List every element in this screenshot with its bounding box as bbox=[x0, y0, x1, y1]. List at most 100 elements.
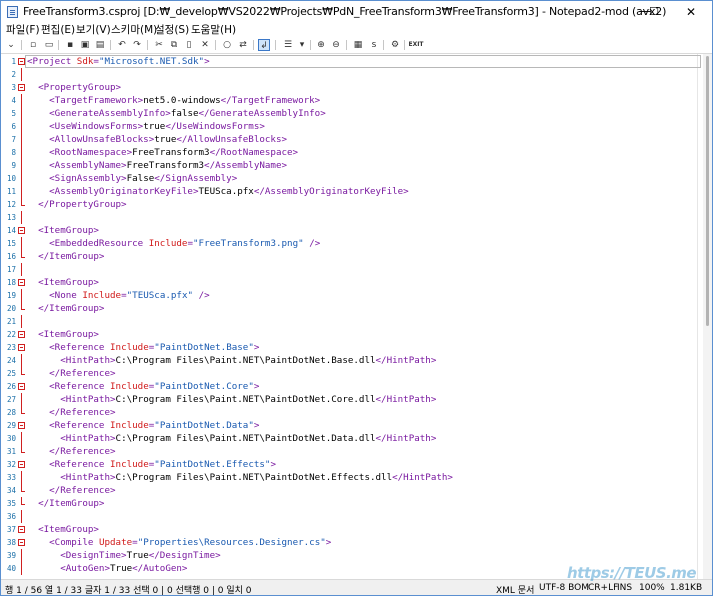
code-line[interactable]: 16 </ItemGroup> bbox=[1, 250, 701, 263]
code-line[interactable]: 38 <Compile Update="Properties\Resources… bbox=[1, 536, 701, 549]
code-line[interactable]: 17 bbox=[1, 263, 701, 276]
code-line[interactable]: 25 </Reference> bbox=[1, 367, 701, 380]
code-line[interactable]: 34 </Reference> bbox=[1, 484, 701, 497]
code-line[interactable]: 14 <ItemGroup> bbox=[1, 224, 701, 237]
delete-icon[interactable]: ✕ bbox=[199, 39, 211, 51]
replace-icon[interactable]: ⇄ bbox=[237, 39, 249, 51]
code-line[interactable]: 32 <Reference Include="PaintDotNet.Effec… bbox=[1, 458, 701, 471]
dropdown-arrow-icon[interactable]: ▾ bbox=[296, 39, 308, 51]
xml-text bbox=[27, 433, 60, 444]
code-line[interactable]: 24 <HintPath>C:\Program Files\Paint.NET\… bbox=[1, 354, 701, 367]
cut-icon[interactable]: ✂ bbox=[153, 39, 165, 51]
scrollbar-thumb[interactable] bbox=[706, 56, 709, 326]
code-line[interactable]: 2 bbox=[1, 68, 701, 81]
code-line[interactable]: 31 </Reference> bbox=[1, 445, 701, 458]
title-bar[interactable]: FreeTransform3.csproj [D:₩_develop₩VS202… bbox=[1, 1, 712, 23]
schema-icon[interactable]: ▦ bbox=[352, 39, 364, 51]
code-line[interactable]: 26 <Reference Include="PaintDotNet.Core"… bbox=[1, 380, 701, 393]
code-line[interactable]: 13 bbox=[1, 211, 701, 224]
xml-string: "FreeTransform3.png" bbox=[193, 238, 304, 249]
code-line[interactable]: 3 <PropertyGroup> bbox=[1, 81, 701, 94]
chevron-down-icon[interactable]: ⌄ bbox=[5, 39, 17, 51]
code-line[interactable]: 30 <HintPath>C:\Program Files\Paint.NET\… bbox=[1, 432, 701, 445]
close-button[interactable]: ✕ bbox=[676, 1, 706, 23]
open-folder-icon[interactable]: ▭ bbox=[43, 39, 55, 51]
fold-toggle-icon[interactable] bbox=[18, 344, 25, 351]
code-line[interactable]: 11 <AssemblyOriginatorKeyFile>TEUSca.pfx… bbox=[1, 185, 701, 198]
code-line[interactable]: 28 </Reference> bbox=[1, 406, 701, 419]
code-line[interactable]: 37 <ItemGroup> bbox=[1, 523, 701, 536]
scheme-config-icon[interactable]: s bbox=[368, 39, 380, 51]
indent-guides-icon[interactable]: ☰ bbox=[282, 39, 294, 51]
code-line[interactable]: 39 <DesignTime>True</DesignTime> bbox=[1, 549, 701, 562]
line-number: 16 bbox=[6, 252, 16, 261]
menu-edit[interactable]: 편집(E) bbox=[41, 23, 75, 38]
maximize-button[interactable]: ☐ bbox=[642, 1, 666, 23]
new-file-icon[interactable]: ▫ bbox=[27, 39, 39, 51]
code-line[interactable]: 5 <GenerateAssemblyInfo>false</GenerateA… bbox=[1, 107, 701, 120]
code-line[interactable]: 7 <AllowUnsafeBlocks>true</AllowUnsafeBl… bbox=[1, 133, 701, 146]
fold-guide bbox=[21, 289, 22, 302]
code-line[interactable]: 36 bbox=[1, 510, 701, 523]
exit-button[interactable]: EXIT bbox=[407, 39, 425, 51]
code-line[interactable]: 27 <HintPath>C:\Program Files\Paint.NET\… bbox=[1, 393, 701, 406]
code-text: <Project Sdk="Microsoft.NET.Sdk"> bbox=[27, 55, 210, 68]
fold-toggle-icon[interactable] bbox=[18, 526, 25, 533]
vertical-scrollbar[interactable] bbox=[703, 54, 712, 579]
code-line[interactable]: 1 <Project Sdk="Microsoft.NET.Sdk"> bbox=[1, 55, 701, 68]
code-text: <HintPath>C:\Program Files\Paint.NET\Pai… bbox=[27, 354, 436, 367]
code-line[interactable]: 21 bbox=[1, 315, 701, 328]
redo-icon[interactable]: ↷ bbox=[131, 39, 143, 51]
menu-schema[interactable]: 스키마(M) bbox=[111, 23, 157, 38]
print-icon[interactable]: ▤ bbox=[94, 39, 106, 51]
code-line[interactable]: 8 <RootNamespace>FreeTransform3</RootNam… bbox=[1, 146, 701, 159]
code-line[interactable]: 20 </ItemGroup> bbox=[1, 302, 701, 315]
fold-guide bbox=[21, 497, 22, 504]
code-line[interactable]: 6 <UseWindowsForms>true</UseWindowsForms… bbox=[1, 120, 701, 133]
status-eol[interactable]: CR+LF bbox=[588, 583, 618, 593]
zoom-out-icon[interactable]: ⊖ bbox=[330, 39, 342, 51]
save-icon[interactable]: ▪ bbox=[64, 39, 76, 51]
undo-icon[interactable]: ↶ bbox=[116, 39, 128, 51]
menu-view[interactable]: 보기(V) bbox=[76, 23, 111, 38]
menu-help[interactable]: 도움말(H) bbox=[191, 23, 236, 38]
editor-area[interactable]: 1 <Project Sdk="Microsoft.NET.Sdk"> 2 3 <Pr… bbox=[1, 53, 712, 579]
fold-toggle-icon[interactable] bbox=[18, 383, 25, 390]
xml-tag: <UseWindowsForms> bbox=[49, 121, 144, 132]
code-line[interactable]: 19 <None Include="TEUSca.pfx" /> bbox=[1, 289, 701, 302]
settings-icon[interactable]: ⚙ bbox=[389, 39, 401, 51]
save-as-icon[interactable]: ▣ bbox=[79, 39, 91, 51]
code-line[interactable]: 4 <TargetFramework>net5.0-windows</Targe… bbox=[1, 94, 701, 107]
code-line[interactable]: 29 <Reference Include="PaintDotNet.Data"… bbox=[1, 419, 701, 432]
fold-guide bbox=[21, 471, 22, 484]
code-line[interactable]: 35 </ItemGroup> bbox=[1, 497, 701, 510]
code-line[interactable]: 12 </PropertyGroup> bbox=[1, 198, 701, 211]
fold-toggle-icon[interactable] bbox=[18, 422, 25, 429]
fold-toggle-icon[interactable] bbox=[18, 58, 25, 65]
status-encoding[interactable]: UTF-8 BOM bbox=[539, 583, 589, 593]
fold-toggle-icon[interactable] bbox=[18, 539, 25, 546]
menu-settings[interactable]: 설정(S) bbox=[155, 23, 189, 38]
code-line[interactable]: 10 <SignAssembly>False</SignAssembly> bbox=[1, 172, 701, 185]
code-line[interactable]: 9 <AssemblyName>FreeTransform3</Assembly… bbox=[1, 159, 701, 172]
code-line[interactable]: 23 <Reference Include="PaintDotNet.Base"… bbox=[1, 341, 701, 354]
menu-file[interactable]: 파일(F) bbox=[6, 23, 40, 38]
status-ins[interactable]: INS bbox=[617, 583, 632, 593]
xml-text: true bbox=[143, 121, 166, 132]
code-line[interactable]: 15 <EmbeddedResource Include="FreeTransf… bbox=[1, 237, 701, 250]
copy-icon[interactable]: ⧉ bbox=[168, 39, 180, 51]
code-line[interactable]: 18 <ItemGroup> bbox=[1, 276, 701, 289]
fold-toggle-icon[interactable] bbox=[18, 279, 25, 286]
find-icon[interactable]: ○ bbox=[221, 39, 233, 51]
fold-toggle-icon[interactable] bbox=[18, 227, 25, 234]
zoom-in-icon[interactable]: ⊕ bbox=[315, 39, 327, 51]
status-zoom[interactable]: 100% bbox=[639, 583, 665, 593]
word-wrap-icon[interactable]: ↲ bbox=[258, 39, 270, 51]
paste-icon[interactable]: ▯ bbox=[183, 39, 195, 51]
code-line[interactable]: 22 <ItemGroup> bbox=[1, 328, 701, 341]
status-schema[interactable]: XML 문서 bbox=[496, 583, 534, 595]
fold-toggle-icon[interactable] bbox=[18, 84, 25, 91]
fold-toggle-icon[interactable] bbox=[18, 331, 25, 338]
code-line[interactable]: 33 <HintPath>C:\Program Files\Paint.NET\… bbox=[1, 471, 701, 484]
fold-toggle-icon[interactable] bbox=[18, 461, 25, 468]
